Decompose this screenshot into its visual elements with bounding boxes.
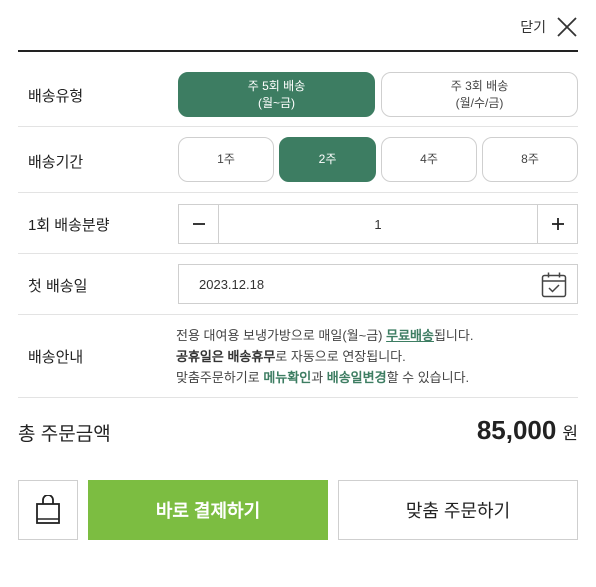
close-button[interactable]: 닫기 <box>520 14 578 40</box>
first-delivery-date-field[interactable]: 2023.12.18 <box>178 264 578 304</box>
close-icon <box>557 17 577 37</box>
order-options: 배송유형 주 5회 배송 (월~금) 주 3회 배송 (월/수/금) 배송기간 … <box>18 61 578 398</box>
info-text: 됩니다. <box>433 328 474 343</box>
quantity-value[interactable]: 1 <box>219 205 537 243</box>
option-label: 4주 <box>420 152 438 166</box>
first-delivery-row: 첫 배송일 2023.12.18 <box>18 254 578 315</box>
period-option-8weeks[interactable]: 8주 <box>482 137 578 182</box>
close-label: 닫기 <box>520 19 546 35</box>
delivery-type-option-3days[interactable]: 주 3회 배송 (월/수/금) <box>381 72 578 117</box>
holiday-highlight: 공휴일은 <box>176 349 228 364</box>
delivery-type-row: 배송유형 주 5회 배송 (월~금) 주 3회 배송 (월/수/금) <box>18 61 578 127</box>
date-change-highlight: 배송일변경 <box>326 370 387 385</box>
delivery-period-label: 배송기간 <box>28 154 84 171</box>
info-text: 로 자동으로 연장됩니다. <box>275 349 406 364</box>
info-text: 과 <box>311 370 327 385</box>
delivery-info-label: 배송안내 <box>28 349 84 366</box>
option-label: 1주 <box>217 152 235 166</box>
info-line-1: 전용 대여용 보냉가방으로 매일(월~금) 무료배송됩니다. <box>176 325 473 346</box>
calendar-icon[interactable] <box>541 271 567 298</box>
first-delivery-date: 2023.12.18 <box>199 277 265 292</box>
custom-order-button[interactable]: 맞춤 주문하기 <box>338 480 578 540</box>
option-label: 8주 <box>521 152 539 166</box>
total-label: 총 주문금액 <box>18 424 111 445</box>
delivery-type-label: 배송유형 <box>28 88 84 105</box>
quantity-label: 1회 배송분량 <box>28 217 110 234</box>
delivery-info-text: 전용 대여용 보냉가방으로 매일(월~금) 무료배송됩니다. 공휴일은 배송휴무… <box>176 325 473 388</box>
delivery-type-option-5days[interactable]: 주 5회 배송 (월~금) <box>178 72 375 117</box>
bag-icon <box>36 495 60 524</box>
free-delivery-highlight: 무료배송 <box>386 328 434 343</box>
option-line2: (월~금) <box>257 95 296 110</box>
info-line-2: 공휴일은 배송휴무로 자동으로 연장됩니다. <box>176 346 473 367</box>
delivery-period-row: 배송기간 1주 2주 4주 8주 <box>18 127 578 193</box>
panel-header: 닫기 <box>18 0 578 52</box>
minus-icon <box>192 223 205 225</box>
plus-icon <box>551 218 564 230</box>
info-text: 할 수 있습니다. <box>386 370 470 385</box>
info-text: 전용 대여용 보냉가방으로 매일(월~금) <box>176 328 387 343</box>
currency-unit: 원 <box>562 424 578 443</box>
period-option-2weeks[interactable]: 2주 <box>279 137 376 182</box>
period-option-4weeks[interactable]: 4주 <box>381 137 477 182</box>
info-line-3: 맞춤주문하기로 메뉴확인과 배송일변경할 수 있습니다. <box>176 367 473 388</box>
increase-button[interactable] <box>537 205 577 243</box>
first-delivery-label: 첫 배송일 <box>28 278 88 295</box>
total-amount: 85,000 원 <box>477 415 578 446</box>
option-line1: 주 3회 배송 <box>450 78 509 93</box>
delivery-off-highlight: 배송휴무 <box>227 349 276 364</box>
info-text: 맞춤주문하기로 <box>176 370 264 385</box>
delivery-info-row: 배송안내 전용 대여용 보냉가방으로 매일(월~금) 무료배송됩니다. 공휴일은… <box>18 315 578 398</box>
menu-check-highlight: 메뉴확인 <box>263 370 312 385</box>
quantity-stepper: 1 <box>178 204 578 244</box>
buy-now-button[interactable]: 바로 결제하기 <box>88 480 328 540</box>
cart-button[interactable] <box>18 480 78 540</box>
option-line2: (월/수/금) <box>455 95 504 110</box>
quantity-row: 1회 배송분량 1 <box>18 193 578 254</box>
option-label: 2주 <box>318 152 337 166</box>
period-option-1week[interactable]: 1주 <box>178 137 274 182</box>
option-line1: 주 5회 배송 <box>247 78 306 93</box>
total-amount-value: 85,000 <box>476 415 557 445</box>
decrease-button[interactable] <box>179 205 219 243</box>
